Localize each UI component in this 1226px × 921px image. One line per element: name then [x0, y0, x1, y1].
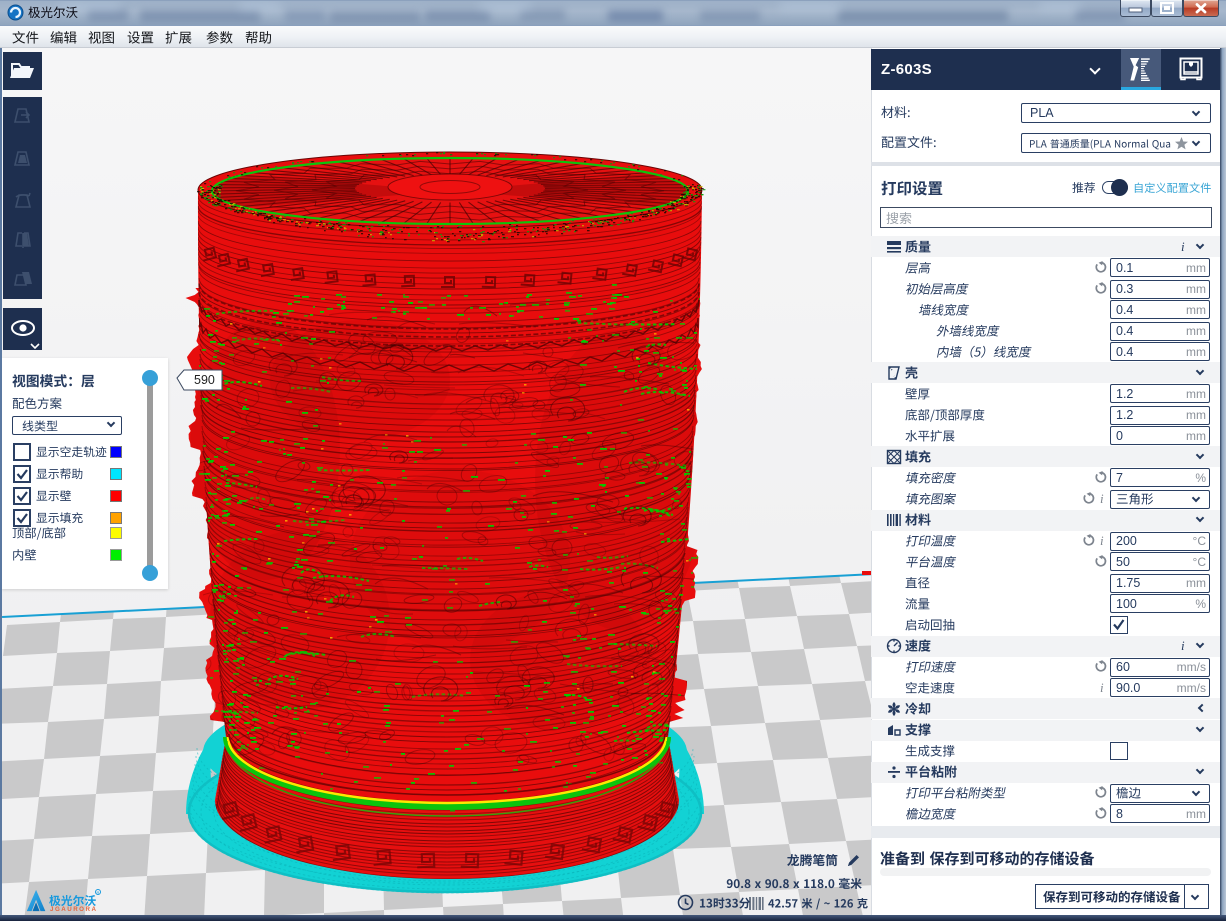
svg-text:590: 590	[194, 373, 215, 387]
